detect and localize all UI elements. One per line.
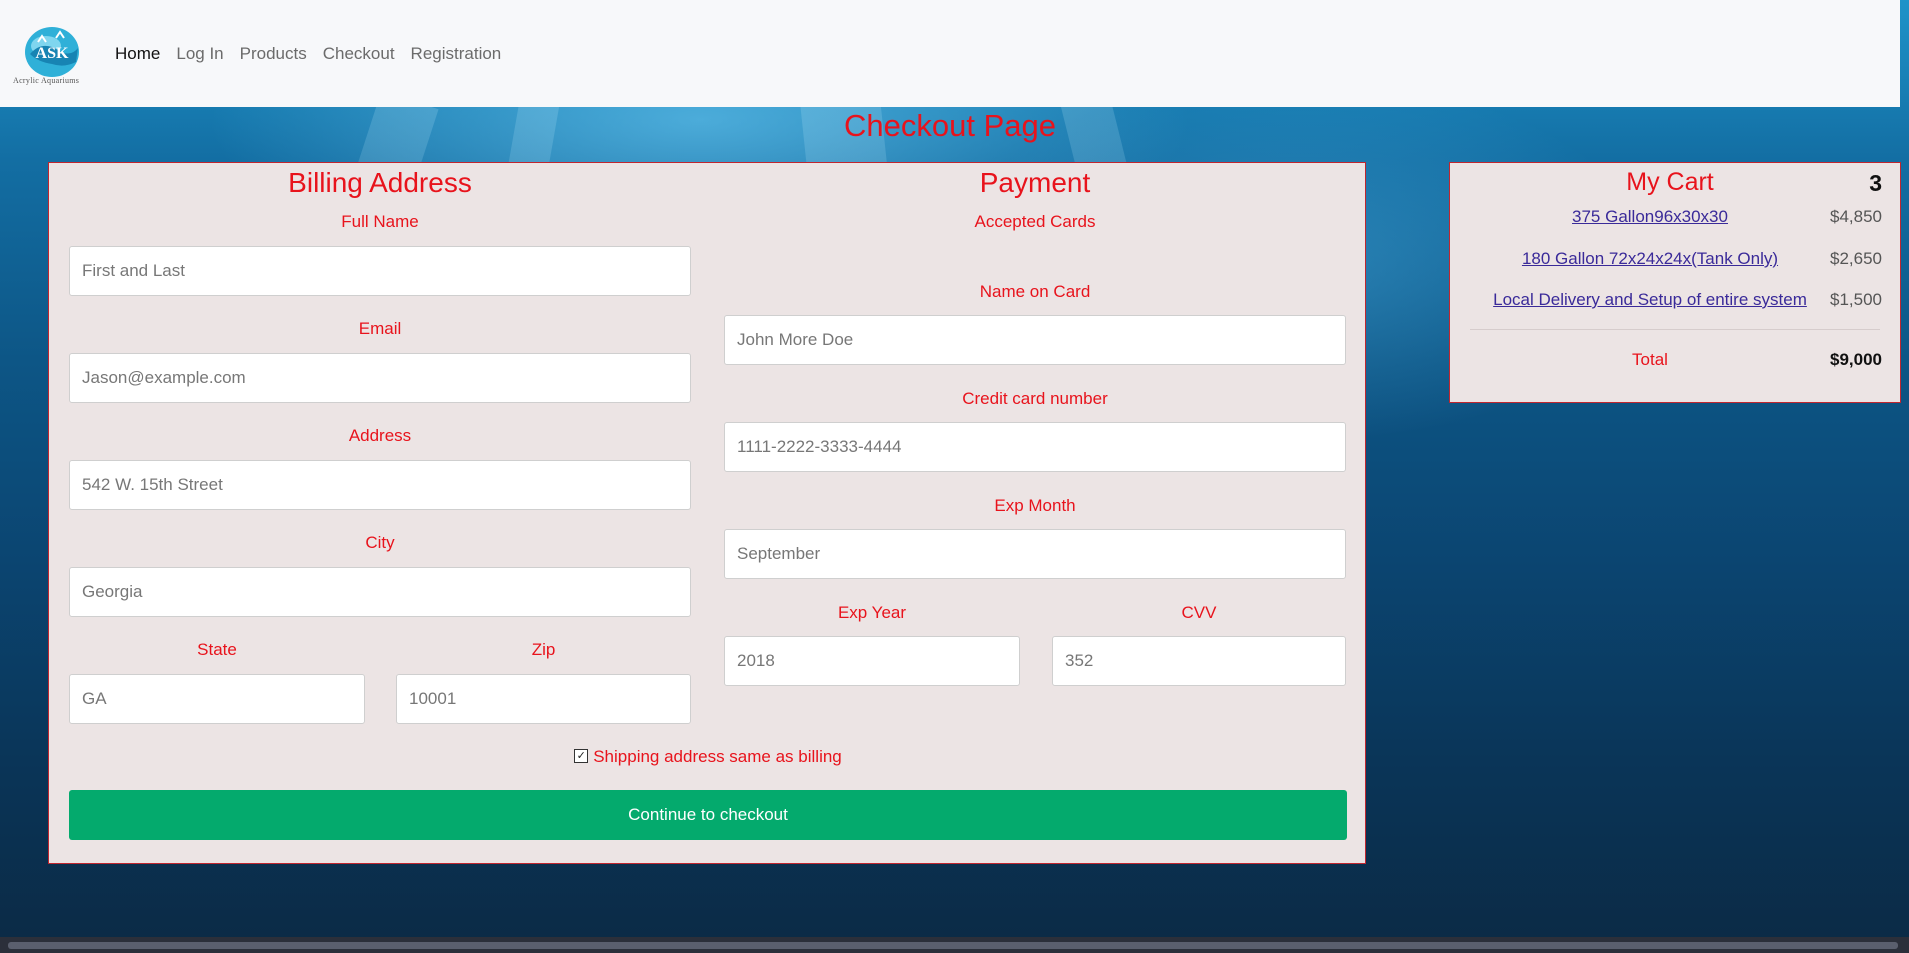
top-navbar: ASK Acrylic Aquariums Home Log In Produc… bbox=[0, 0, 1900, 107]
exp-year-input[interactable] bbox=[724, 636, 1020, 686]
city-input[interactable] bbox=[69, 567, 691, 617]
card-number-input[interactable] bbox=[724, 422, 1346, 472]
accepted-cards-label: Accepted Cards bbox=[974, 212, 1096, 231]
nav-link-checkout[interactable]: Checkout bbox=[323, 44, 395, 64]
same-address-row: ✓ Shipping address same as billing bbox=[49, 747, 1367, 767]
cart-item-price: $4,850 bbox=[1830, 207, 1882, 226]
city-label: City bbox=[365, 533, 395, 552]
zip-input[interactable] bbox=[396, 674, 691, 724]
name-on-card-label: Name on Card bbox=[979, 282, 1091, 301]
state-label: State bbox=[197, 640, 237, 659]
cvv-input[interactable] bbox=[1052, 636, 1346, 686]
same-address-checkbox[interactable]: ✓ bbox=[574, 748, 589, 763]
scrollbar-thumb[interactable] bbox=[8, 942, 1898, 949]
exp-month-label: Exp Month bbox=[994, 496, 1076, 515]
nav-link-registration[interactable]: Registration bbox=[411, 44, 502, 64]
address-input[interactable] bbox=[69, 460, 691, 510]
billing-section-title: Billing Address bbox=[288, 167, 472, 198]
main-nav: Home Log In Products Checkout Registrati… bbox=[115, 44, 501, 64]
exp-year-label: Exp Year bbox=[837, 603, 907, 622]
horizontal-scrollbar[interactable] bbox=[0, 937, 1909, 953]
card-number-label: Credit card number bbox=[962, 389, 1108, 408]
cart-item-price: $1,500 bbox=[1830, 290, 1882, 309]
name-on-card-input[interactable] bbox=[724, 315, 1346, 365]
cart-total-label: Total bbox=[1632, 350, 1668, 369]
cart-item-link[interactable]: 180 Gallon 72x24x24x(Tank Only) bbox=[1450, 249, 1850, 269]
nav-link-login[interactable]: Log In bbox=[176, 44, 223, 64]
page-title: Checkout Page bbox=[844, 108, 1056, 143]
cart-count-badge: 3 bbox=[1869, 170, 1882, 196]
email-label: Email bbox=[358, 319, 402, 338]
zip-label: Zip bbox=[531, 640, 556, 659]
cart-title: My Cart bbox=[1626, 168, 1714, 196]
checkout-form-card: Billing Address Full Name Email Address … bbox=[48, 162, 1366, 864]
nav-link-home[interactable]: Home bbox=[115, 44, 160, 64]
nav-link-products[interactable]: Products bbox=[240, 44, 307, 64]
cvv-label: CVV bbox=[1181, 603, 1217, 622]
full-name-label: Full Name bbox=[341, 212, 419, 231]
email-input[interactable] bbox=[69, 353, 691, 403]
continue-to-checkout-button[interactable]: Continue to checkout bbox=[69, 790, 1347, 840]
cart-item-price: $2,650 bbox=[1830, 249, 1882, 268]
cart-summary-card: My Cart 3 375 Gallon96x30x30 $4,850 180 … bbox=[1449, 162, 1901, 403]
cart-item-link[interactable]: 375 Gallon96x30x30 bbox=[1450, 207, 1850, 227]
payment-section-title: Payment bbox=[979, 167, 1091, 198]
logo-caption: Acrylic Aquariums bbox=[13, 76, 80, 85]
cart-item-link[interactable]: Local Delivery and Setup of entire syste… bbox=[1450, 290, 1850, 310]
full-name-input[interactable] bbox=[69, 246, 691, 296]
same-address-label[interactable]: Shipping address same as billing bbox=[593, 747, 842, 766]
cart-total-value: $9,000 bbox=[1830, 350, 1882, 369]
cart-divider bbox=[1470, 329, 1880, 330]
exp-month-input[interactable] bbox=[724, 529, 1346, 579]
svg-text:ASK: ASK bbox=[36, 45, 69, 62]
address-label: Address bbox=[348, 426, 412, 445]
state-input[interactable] bbox=[69, 674, 365, 724]
